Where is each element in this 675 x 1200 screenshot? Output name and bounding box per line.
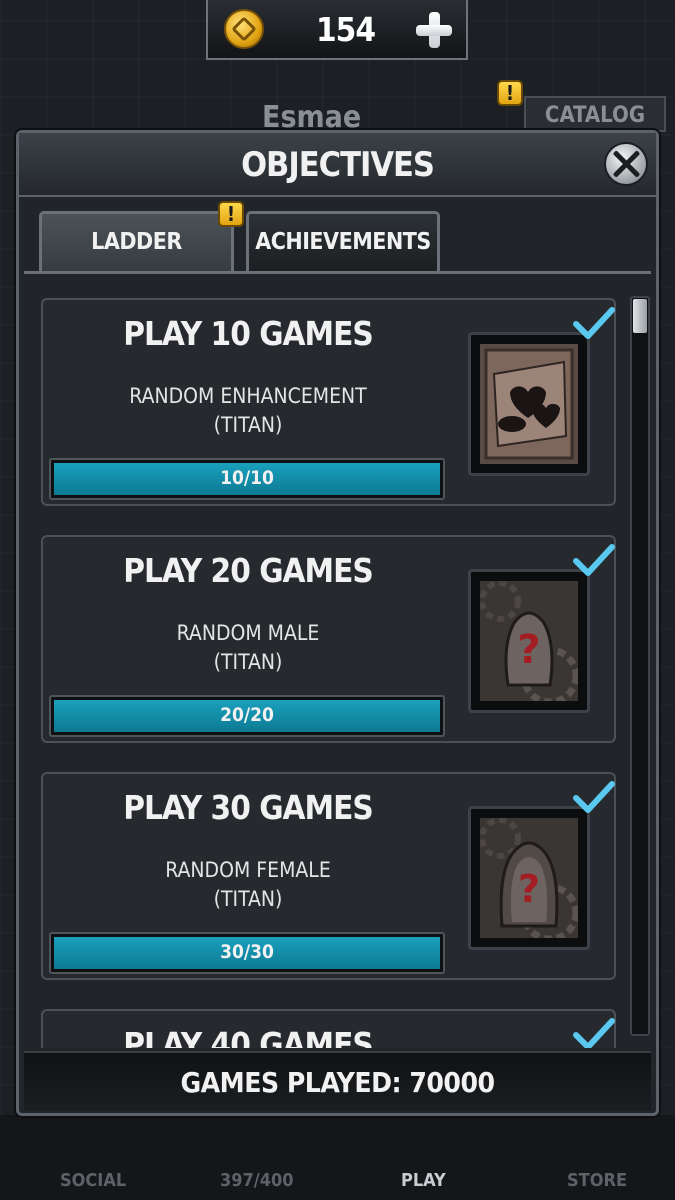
nav-store: STORE	[567, 1170, 628, 1191]
reward-thumbnail[interactable]: ?	[468, 806, 590, 950]
currency-bar: 154	[206, 0, 468, 60]
objective-card: PLAY 20 GAMES RANDOM MALE (TITAN) 20/20 …	[41, 535, 616, 743]
objective-card: PLAY 40 GAMES	[41, 1009, 616, 1048]
catalog-button: CATALOG	[524, 96, 666, 132]
objective-title: PLAY 20 GAMES	[123, 551, 374, 590]
progress-text: 30/30	[220, 941, 274, 963]
objective-reward: RANDOM ENHANCEMENT (TITAN)	[129, 384, 367, 437]
checkmark-icon	[573, 307, 615, 339]
currency-amount: 154	[316, 10, 376, 49]
tab-achievements[interactable]: ACHIEVEMENTS	[246, 211, 440, 273]
tab-alert-badge: !	[218, 201, 244, 227]
scrollbar[interactable]	[630, 296, 650, 1036]
objectives-modal: OBJECTIVES LADDER ! ACHIEVEMENTS PLAY 10…	[16, 130, 659, 1116]
gold-coin-icon	[224, 9, 264, 49]
objective-title: PLAY 30 GAMES	[123, 788, 374, 827]
plus-icon[interactable]	[416, 12, 452, 48]
nav-social: SOCIAL	[60, 1170, 127, 1191]
progress-text: 20/20	[220, 704, 274, 726]
mystery-female-icon: ?	[480, 818, 578, 938]
close-button[interactable]	[604, 142, 648, 186]
checkmark-icon	[573, 781, 615, 813]
objective-title: PLAY 10 GAMES	[123, 314, 374, 353]
tab-divider	[24, 271, 651, 274]
objective-title: PLAY 40 GAMES	[123, 1025, 374, 1048]
objective-reward: RANDOM FEMALE (TITAN)	[165, 858, 331, 911]
games-played-text: GAMES PLAYED: 70000	[180, 1066, 495, 1099]
svg-text:?: ?	[518, 867, 540, 911]
checkmark-icon	[573, 1018, 615, 1048]
svg-text:?: ?	[517, 627, 540, 673]
reward-thumbnail[interactable]: ?	[468, 569, 590, 713]
progress-bar: 30/30	[49, 932, 445, 974]
enhancement-card-icon	[480, 344, 578, 464]
objectives-list[interactable]: PLAY 10 GAMES RANDOM ENHANCEMENT (TITAN)…	[19, 278, 656, 1048]
nav-collection: 397/400	[220, 1170, 294, 1191]
objective-reward: RANDOM MALE (TITAN)	[176, 621, 320, 674]
objective-card: PLAY 30 GAMES RANDOM FEMALE (TITAN) 30/3…	[41, 772, 616, 980]
reward-thumbnail[interactable]	[468, 332, 590, 476]
alert-badge: !	[497, 80, 523, 106]
games-played-footer: GAMES PLAYED: 70000	[24, 1051, 651, 1111]
objective-card: PLAY 10 GAMES RANDOM ENHANCEMENT (TITAN)…	[41, 298, 616, 506]
checkmark-icon	[573, 544, 615, 576]
modal-header: OBJECTIVES	[19, 133, 656, 197]
progress-bar: 20/20	[49, 695, 445, 737]
tab-ladder[interactable]: LADDER	[39, 211, 234, 273]
mystery-male-icon: ?	[480, 581, 578, 701]
progress-text: 10/10	[220, 467, 274, 489]
progress-bar: 10/10	[49, 458, 445, 500]
modal-title: OBJECTIVES	[241, 145, 435, 185]
nav-play: PLAY	[401, 1170, 446, 1191]
scroll-thumb[interactable]	[633, 299, 647, 333]
